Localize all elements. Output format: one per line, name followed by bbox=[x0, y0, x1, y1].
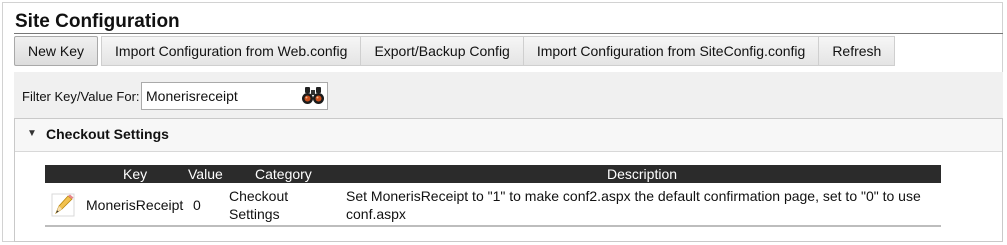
row-description-line1: Set MonerisReceipt to "1" to make conf2.… bbox=[346, 188, 921, 204]
filter-input[interactable] bbox=[146, 86, 296, 106]
column-header-description[interactable]: Description bbox=[607, 166, 677, 182]
import-siteconfig-button[interactable]: Import Configuration from SiteConfig.con… bbox=[522, 36, 820, 66]
filter-bar: Filter Key/Value For: bbox=[14, 72, 1003, 118]
page-title: Site Configuration bbox=[15, 11, 180, 32]
row-key: MonerisReceipt bbox=[86, 197, 184, 213]
pencil-icon[interactable] bbox=[51, 193, 75, 217]
row-category-line2: Settings bbox=[229, 206, 280, 222]
new-key-button[interactable]: New Key bbox=[14, 36, 99, 66]
filter-label: Filter Key/Value For: bbox=[22, 89, 140, 104]
column-header-key[interactable]: Key bbox=[123, 166, 147, 182]
filter-field bbox=[141, 82, 328, 110]
section-header[interactable]: ▼ Checkout Settings bbox=[15, 119, 1002, 152]
row-value: 0 bbox=[193, 197, 201, 213]
table-header: Key Value Category Description bbox=[45, 165, 941, 183]
section-title: Checkout Settings bbox=[46, 126, 169, 142]
import-web-config-button[interactable]: Import Configuration from Web.config bbox=[101, 36, 362, 66]
column-header-value[interactable]: Value bbox=[188, 166, 223, 182]
toolbar: New Key Import Configuration from Web.co… bbox=[14, 36, 896, 66]
binoculars-icon[interactable] bbox=[302, 86, 324, 106]
collapse-caret-icon[interactable]: ▼ bbox=[27, 128, 37, 139]
table-row: MonerisReceipt 0 Checkout Settings Set M… bbox=[45, 185, 941, 227]
row-category-line1: Checkout bbox=[229, 188, 289, 204]
export-backup-config-button[interactable]: Export/Backup Config bbox=[360, 36, 524, 66]
row-description-line2: conf.aspx bbox=[346, 206, 406, 222]
refresh-button[interactable]: Refresh bbox=[818, 36, 896, 66]
column-header-category[interactable]: Category bbox=[255, 166, 312, 182]
title-divider bbox=[14, 33, 1003, 34]
